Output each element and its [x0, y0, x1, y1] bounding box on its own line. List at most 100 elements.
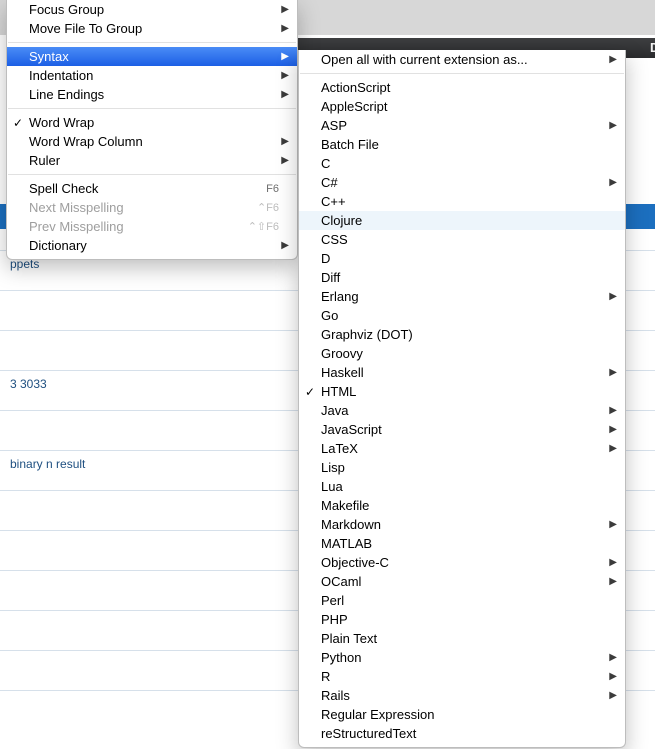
menu-item-label: Lisp	[321, 460, 607, 475]
menu-item-syntax[interactable]: Syntax▶	[7, 47, 297, 66]
menu-item-label: Line Endings	[29, 87, 279, 102]
menu-item-label: PHP	[321, 612, 607, 627]
menu-item-word-wrap-column[interactable]: Word Wrap Column▶	[7, 132, 297, 151]
menu-item-javascript[interactable]: JavaScript▶	[299, 420, 625, 439]
submenu-arrow-icon: ▶	[281, 156, 289, 166]
menu-item-label: Syntax	[29, 49, 279, 64]
menu-item-markdown[interactable]: Markdown▶	[299, 515, 625, 534]
menu-item-word-wrap[interactable]: ✓Word Wrap	[7, 113, 297, 132]
submenu-arrow-icon: ▶	[281, 137, 289, 147]
menu-item-css[interactable]: CSS	[299, 230, 625, 249]
menu-item-label: C#	[321, 175, 607, 190]
submenu-arrow-icon: ▶	[609, 292, 617, 302]
menu-separator	[8, 174, 296, 175]
menu-item-r[interactable]: R▶	[299, 667, 625, 686]
syntax-submenu[interactable]: Open all with current extension as...▶Ac…	[298, 50, 626, 748]
menu-item-html[interactable]: ✓HTML	[299, 382, 625, 401]
menu-item-c[interactable]: C#▶	[299, 173, 625, 192]
check-icon: ✓	[305, 385, 315, 399]
menu-item-label: Clojure	[321, 213, 607, 228]
menu-item-label: Objective-C	[321, 555, 607, 570]
menu-item-label: Lua	[321, 479, 607, 494]
menu-item-ruler[interactable]: Ruler▶	[7, 151, 297, 170]
menu-item-move-file-to-group[interactable]: Move File To Group▶	[7, 19, 297, 38]
menu-item-regular-expression[interactable]: Regular Expression	[299, 705, 625, 724]
submenu-arrow-icon: ▶	[281, 24, 289, 34]
menu-item-label: C++	[321, 194, 607, 209]
menu-item-shortcut: ⌃F6	[257, 201, 279, 214]
menu-item-prev-misspelling: Prev Misspelling⌃⇧F6	[7, 217, 297, 236]
submenu-arrow-icon: ▶	[281, 90, 289, 100]
menu-item-lisp[interactable]: Lisp	[299, 458, 625, 477]
submenu-arrow-icon: ▶	[281, 52, 289, 62]
menu-item-label: Plain Text	[321, 631, 607, 646]
menu-item-actionscript[interactable]: ActionScript	[299, 78, 625, 97]
menu-item-label: Move File To Group	[29, 21, 279, 36]
menu-item-label: Word Wrap Column	[29, 134, 279, 149]
menu-item-label: Erlang	[321, 289, 607, 304]
menu-item-focus-group[interactable]: Focus Group▶	[7, 0, 297, 19]
menu-item-label: Groovy	[321, 346, 607, 361]
submenu-arrow-icon: ▶	[281, 241, 289, 251]
menu-item-label: Open all with current extension as...	[321, 52, 607, 67]
menu-item-label: Regular Expression	[321, 707, 607, 722]
menu-item-label: Ruler	[29, 153, 279, 168]
menu-item-label: CSS	[321, 232, 607, 247]
menu-separator	[8, 42, 296, 43]
menu-item-clojure[interactable]: Clojure	[299, 211, 625, 230]
submenu-arrow-icon: ▶	[609, 672, 617, 682]
menu-item-batch-file[interactable]: Batch File	[299, 135, 625, 154]
menu-item-label: Indentation	[29, 68, 279, 83]
menu-separator	[8, 108, 296, 109]
view-menu[interactable]: Focus Group▶Move File To Group▶Syntax▶In…	[6, 0, 298, 260]
menu-item-label: OCaml	[321, 574, 607, 589]
menu-item-label: Python	[321, 650, 607, 665]
menu-item-label: Java	[321, 403, 607, 418]
menu-item-label: ActionScript	[321, 80, 607, 95]
menu-item-label: Diff	[321, 270, 607, 285]
menu-item-graphviz-dot[interactable]: Graphviz (DOT)	[299, 325, 625, 344]
menu-item-label: reStructuredText	[321, 726, 607, 741]
menu-item-label: D	[321, 251, 607, 266]
menu-item-label: Word Wrap	[29, 115, 279, 130]
menu-item-asp[interactable]: ASP▶	[299, 116, 625, 135]
menu-item-restructuredtext[interactable]: reStructuredText	[299, 724, 625, 743]
menu-item-c[interactable]: C	[299, 154, 625, 173]
menu-item-php[interactable]: PHP	[299, 610, 625, 629]
menu-item-dictionary[interactable]: Dictionary▶	[7, 236, 297, 255]
menu-item-objective-c[interactable]: Objective-C▶	[299, 553, 625, 572]
menu-item-makefile[interactable]: Makefile	[299, 496, 625, 515]
menu-item-lua[interactable]: Lua	[299, 477, 625, 496]
menu-item-plain-text[interactable]: Plain Text	[299, 629, 625, 648]
menu-item-go[interactable]: Go	[299, 306, 625, 325]
menu-item-indentation[interactable]: Indentation▶	[7, 66, 297, 85]
menu-item-spell-check[interactable]: Spell CheckF6	[7, 179, 297, 198]
menu-item-label: Focus Group	[29, 2, 279, 17]
menu-item-c[interactable]: C++	[299, 192, 625, 211]
menu-item-ocaml[interactable]: OCaml▶	[299, 572, 625, 591]
menu-item-d[interactable]: D	[299, 249, 625, 268]
menu-item-groovy[interactable]: Groovy	[299, 344, 625, 363]
menu-item-matlab[interactable]: MATLAB	[299, 534, 625, 553]
submenu-arrow-icon: ▶	[609, 653, 617, 663]
menu-item-latex[interactable]: LaTeX▶	[299, 439, 625, 458]
menu-item-next-misspelling: Next Misspelling⌃F6	[7, 198, 297, 217]
menu-item-erlang[interactable]: Erlang▶	[299, 287, 625, 306]
menu-item-java[interactable]: Java▶	[299, 401, 625, 420]
menu-item-label: Spell Check	[29, 181, 258, 196]
menu-item-python[interactable]: Python▶	[299, 648, 625, 667]
menu-item-label: Rails	[321, 688, 607, 703]
menu-item-rails[interactable]: Rails▶	[299, 686, 625, 705]
menu-item-shortcut: ⌃⇧F6	[248, 220, 279, 233]
menu-item-perl[interactable]: Perl	[299, 591, 625, 610]
menu-item-open-all-with-current-extension-as[interactable]: Open all with current extension as...▶	[299, 50, 625, 69]
menu-item-line-endings[interactable]: Line Endings▶	[7, 85, 297, 104]
submenu-arrow-icon: ▶	[281, 71, 289, 81]
submenu-arrow-icon: ▶	[609, 425, 617, 435]
menu-item-label: Batch File	[321, 137, 607, 152]
menu-item-label: Go	[321, 308, 607, 323]
menu-item-haskell[interactable]: Haskell▶	[299, 363, 625, 382]
menu-item-diff[interactable]: Diff	[299, 268, 625, 287]
menu-item-applescript[interactable]: AppleScript	[299, 97, 625, 116]
nav-download[interactable]: Download	[650, 40, 655, 55]
